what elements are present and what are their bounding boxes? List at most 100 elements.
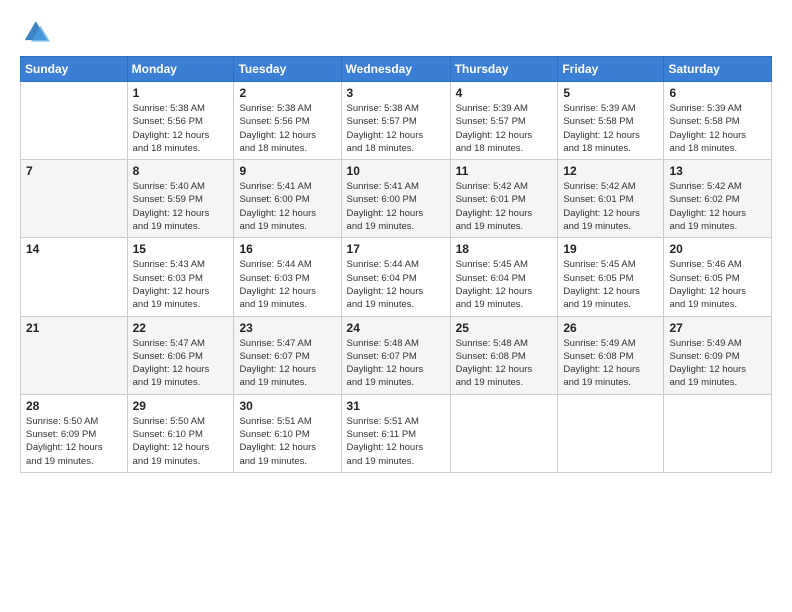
calendar: SundayMondayTuesdayWednesdayThursdayFrid… [20,56,772,473]
calendar-cell: 15Sunrise: 5:43 AMSunset: 6:03 PMDayligh… [127,238,234,316]
calendar-week-1: 1 Sunrise: 5:38 AMSunset: 5:56 PMDaylight… [21,82,772,160]
calendar-cell: 19Sunrise: 5:45 AMSunset: 6:05 PMDayligh… [558,238,664,316]
day-info: Sunrise: 5:44 AMSunset: 6:03 PMDaylight:… [239,258,335,311]
calendar-cell: 14 [21,238,128,316]
calendar-cell [450,394,558,472]
day-number: 16 [239,242,335,256]
day-number: 7 [26,164,122,178]
calendar-cell: 7 [21,160,128,238]
column-header-saturday: Saturday [664,57,772,82]
calendar-cell: 25 Sunrise: 5:48 AMSunset: 6:08 PMDayligh… [450,316,558,394]
day-number: 6 [669,86,766,100]
calendar-cell: 9 Sunrise: 5:41 AMSunset: 6:00 PMDaylight… [234,160,341,238]
calendar-cell: 6 Sunrise: 5:39 AMSunset: 5:58 PMDaylight… [664,82,772,160]
day-number: 4 [456,86,553,100]
day-info: Sunrise: 5:51 AMSunset: 6:11 PMDaylight:… [347,415,445,468]
day-number: 9 [239,164,335,178]
calendar-cell: 26 Sunrise: 5:49 AMSunset: 6:08 PMDayligh… [558,316,664,394]
logo-icon [20,18,50,48]
logo [20,18,54,48]
day-number: 28 [26,399,122,413]
day-info: Sunrise: 5:48 AMSunset: 6:08 PMDaylight:… [456,337,553,390]
calendar-week-5: 28 Sunrise: 5:50 AMSunset: 6:09 PMDayligh… [21,394,772,472]
calendar-cell: 31 Sunrise: 5:51 AMSunset: 6:11 PMDayligh… [341,394,450,472]
calendar-cell: 8 Sunrise: 5:40 AMSunset: 5:59 PMDaylight… [127,160,234,238]
calendar-cell: 21 [21,316,128,394]
day-info: Sunrise: 5:42 AMSunset: 6:02 PMDaylight:… [669,180,766,233]
day-number: 27 [669,321,766,335]
day-number: 1 [133,86,229,100]
day-number: 18 [456,242,553,256]
calendar-cell: 16 Sunrise: 5:44 AMSunset: 6:03 PMDayligh… [234,238,341,316]
calendar-cell [664,394,772,472]
day-info: Sunrise: 5:42 AMSunset: 6:01 PMDaylight:… [456,180,553,233]
calendar-cell: 22Sunrise: 5:47 AMSunset: 6:06 PMDayligh… [127,316,234,394]
day-number: 25 [456,321,553,335]
column-header-sunday: Sunday [21,57,128,82]
calendar-cell: 18 Sunrise: 5:45 AMSunset: 6:04 PMDayligh… [450,238,558,316]
calendar-cell [558,394,664,472]
day-number: 13 [669,164,766,178]
day-number: 20 [669,242,766,256]
day-info: Sunrise: 5:49 AMSunset: 6:08 PMDaylight:… [563,337,658,390]
header [20,18,772,48]
column-header-friday: Friday [558,57,664,82]
day-info: Sunrise: 5:42 AMSunset: 6:01 PMDaylight:… [563,180,658,233]
day-number: 5 [563,86,658,100]
day-number: 31 [347,399,445,413]
day-number: 22 [133,321,229,335]
day-number: 12 [563,164,658,178]
day-number: 24 [347,321,445,335]
day-info: Sunrise: 5:39 AMSunset: 5:58 PMDaylight:… [669,102,766,155]
calendar-cell: 5 Sunrise: 5:39 AMSunset: 5:58 PMDaylight… [558,82,664,160]
day-number: 29 [133,399,229,413]
calendar-cell: 13 Sunrise: 5:42 AMSunset: 6:02 PMDayligh… [664,160,772,238]
day-info: Sunrise: 5:48 AMSunset: 6:07 PMDaylight:… [347,337,445,390]
calendar-cell: 29Sunrise: 5:50 AMSunset: 6:10 PMDayligh… [127,394,234,472]
day-number: 17 [347,242,445,256]
day-info: Sunrise: 5:45 AMSunset: 6:05 PMDaylight:… [563,258,658,311]
day-info: Sunrise: 5:51 AMSunset: 6:10 PMDaylight:… [239,415,335,468]
page: SundayMondayTuesdayWednesdayThursdayFrid… [0,0,792,612]
calendar-cell: 30 Sunrise: 5:51 AMSunset: 6:10 PMDayligh… [234,394,341,472]
day-info: Sunrise: 5:38 AMSunset: 5:56 PMDaylight:… [133,102,229,155]
calendar-cell: 28 Sunrise: 5:50 AMSunset: 6:09 PMDayligh… [21,394,128,472]
day-number: 10 [347,164,445,178]
day-number: 30 [239,399,335,413]
day-info: Sunrise: 5:41 AMSunset: 6:00 PMDaylight:… [347,180,445,233]
day-number: 14 [26,242,122,256]
calendar-header-row: SundayMondayTuesdayWednesdayThursdayFrid… [21,57,772,82]
column-header-monday: Monday [127,57,234,82]
day-info: Sunrise: 5:46 AMSunset: 6:05 PMDaylight:… [669,258,766,311]
calendar-cell: 3 Sunrise: 5:38 AMSunset: 5:57 PMDaylight… [341,82,450,160]
calendar-cell [21,82,128,160]
day-number: 26 [563,321,658,335]
calendar-cell: 11Sunrise: 5:42 AMSunset: 6:01 PMDayligh… [450,160,558,238]
day-info: Sunrise: 5:45 AMSunset: 6:04 PMDaylight:… [456,258,553,311]
calendar-cell: 27 Sunrise: 5:49 AMSunset: 6:09 PMDayligh… [664,316,772,394]
day-info: Sunrise: 5:44 AMSunset: 6:04 PMDaylight:… [347,258,445,311]
calendar-week-3: 14 15Sunrise: 5:43 AMSunset: 6:03 PMDayli… [21,238,772,316]
day-info: Sunrise: 5:39 AMSunset: 5:58 PMDaylight:… [563,102,658,155]
day-number: 23 [239,321,335,335]
calendar-cell: 10 Sunrise: 5:41 AMSunset: 6:00 PMDayligh… [341,160,450,238]
day-info: Sunrise: 5:41 AMSunset: 6:00 PMDaylight:… [239,180,335,233]
calendar-cell: 2 Sunrise: 5:38 AMSunset: 5:56 PMDaylight… [234,82,341,160]
day-info: Sunrise: 5:40 AMSunset: 5:59 PMDaylight:… [133,180,229,233]
calendar-cell: 24 Sunrise: 5:48 AMSunset: 6:07 PMDayligh… [341,316,450,394]
day-info: Sunrise: 5:38 AMSunset: 5:56 PMDaylight:… [239,102,335,155]
day-number: 15 [133,242,229,256]
calendar-cell: 4Sunrise: 5:39 AMSunset: 5:57 PMDaylight… [450,82,558,160]
calendar-cell: 17 Sunrise: 5:44 AMSunset: 6:04 PMDayligh… [341,238,450,316]
calendar-week-4: 2122Sunrise: 5:47 AMSunset: 6:06 PMDayli… [21,316,772,394]
day-info: Sunrise: 5:50 AMSunset: 6:09 PMDaylight:… [26,415,122,468]
day-info: Sunrise: 5:49 AMSunset: 6:09 PMDaylight:… [669,337,766,390]
day-number: 3 [347,86,445,100]
day-number: 8 [133,164,229,178]
column-header-thursday: Thursday [450,57,558,82]
calendar-cell: 20 Sunrise: 5:46 AMSunset: 6:05 PMDayligh… [664,238,772,316]
calendar-cell: 1 Sunrise: 5:38 AMSunset: 5:56 PMDaylight… [127,82,234,160]
day-number: 2 [239,86,335,100]
day-info: Sunrise: 5:38 AMSunset: 5:57 PMDaylight:… [347,102,445,155]
calendar-cell: 23Sunrise: 5:47 AMSunset: 6:07 PMDayligh… [234,316,341,394]
